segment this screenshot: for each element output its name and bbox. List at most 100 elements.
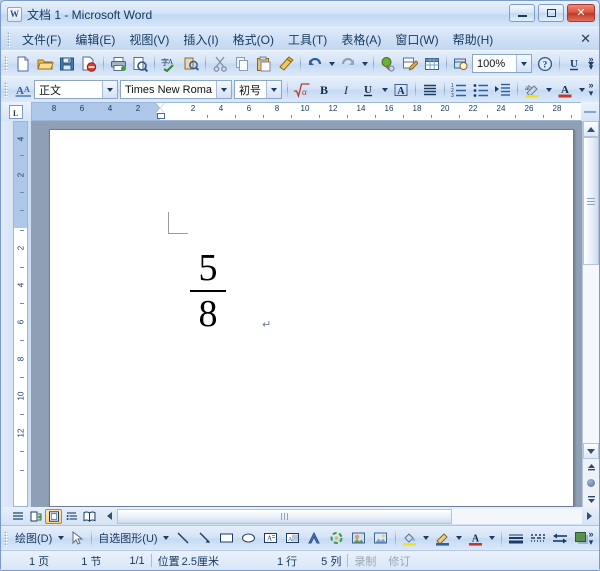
indent-markers[interactable] bbox=[156, 103, 165, 120]
zoom-combo[interactable]: 100% bbox=[472, 54, 532, 73]
close-document-icon[interactable]: ✕ bbox=[580, 31, 591, 47]
bulleted-list-icon[interactable] bbox=[470, 79, 492, 101]
equation-icon[interactable]: α bbox=[291, 79, 313, 101]
align-justify-icon[interactable] bbox=[419, 79, 441, 101]
permission-icon[interactable] bbox=[78, 53, 100, 75]
vertical-scroll-thumb[interactable] bbox=[583, 137, 599, 265]
character-border-icon[interactable]: A bbox=[390, 79, 412, 101]
print-layout-view-icon[interactable] bbox=[45, 509, 62, 524]
status-position-value[interactable]: 2.5厘米 bbox=[182, 553, 225, 569]
research-icon[interactable] bbox=[180, 53, 202, 75]
vertical-scrollbar[interactable] bbox=[582, 121, 599, 507]
menu-file[interactable]: 文件(F) bbox=[15, 29, 68, 50]
reading-layout-view-icon[interactable] bbox=[81, 509, 98, 524]
text-box-icon[interactable]: A bbox=[260, 527, 282, 549]
horizontal-scroll-track[interactable] bbox=[117, 509, 582, 524]
italic-icon[interactable]: I bbox=[335, 79, 357, 101]
fill-color-icon[interactable] bbox=[399, 527, 421, 549]
wordart-icon[interactable] bbox=[304, 527, 326, 549]
paste-icon[interactable] bbox=[253, 53, 275, 75]
standard-toolbar-grip[interactable] bbox=[4, 56, 8, 71]
cut-scissors-icon[interactable] bbox=[209, 53, 231, 75]
menu-window[interactable]: 窗口(W) bbox=[388, 29, 445, 50]
dash-style-icon[interactable] bbox=[527, 527, 549, 549]
font-color-dropdown-arrow[interactable] bbox=[487, 527, 498, 549]
menu-insert[interactable]: 插入(I) bbox=[176, 29, 225, 50]
save-icon[interactable] bbox=[56, 53, 78, 75]
minimize-button[interactable] bbox=[509, 4, 535, 22]
autoshapes-menu-button[interactable]: 自选图形(U) bbox=[95, 530, 160, 546]
fill-color-dropdown-arrow[interactable] bbox=[421, 527, 432, 549]
style-combo[interactable]: 正文 bbox=[34, 80, 118, 99]
menu-view[interactable]: 视图(V) bbox=[122, 29, 176, 50]
font-combo[interactable]: Times New Roma bbox=[120, 80, 232, 99]
line-style-icon[interactable] bbox=[505, 527, 527, 549]
font-size-combo[interactable]: 初号 bbox=[234, 80, 282, 99]
select-objects-arrow-icon[interactable] bbox=[66, 527, 88, 549]
bold-icon[interactable]: B bbox=[313, 79, 335, 101]
menu-edit[interactable]: 编辑(E) bbox=[68, 29, 122, 50]
horizontal-scroll-thumb[interactable] bbox=[117, 509, 452, 524]
print-icon[interactable] bbox=[107, 53, 129, 75]
next-page-button[interactable] bbox=[583, 491, 599, 507]
vertical-text-box-icon[interactable]: A bbox=[282, 527, 304, 549]
normal-view-icon[interactable] bbox=[9, 509, 26, 524]
web-layout-view-icon[interactable] bbox=[27, 509, 44, 524]
line-color-icon[interactable] bbox=[432, 527, 454, 549]
draw-menu-button[interactable]: 绘图(D) bbox=[12, 530, 55, 546]
maximize-button[interactable] bbox=[538, 4, 564, 22]
vertical-scroll-track[interactable] bbox=[583, 137, 599, 443]
new-document-icon[interactable] bbox=[12, 53, 34, 75]
autoshapes-menu-arrow[interactable] bbox=[161, 527, 172, 549]
status-line[interactable]: 1 行 bbox=[225, 553, 303, 569]
insert-hyperlink-icon[interactable] bbox=[377, 53, 399, 75]
drawing-toolbar-overflow-icon[interactable]: » ▾ bbox=[585, 528, 597, 549]
menu-table[interactable]: 表格(A) bbox=[334, 29, 388, 50]
numbered-list-icon[interactable]: 123 bbox=[448, 79, 470, 101]
font-size-dropdown-arrow[interactable] bbox=[266, 81, 281, 98]
clip-art-icon[interactable] bbox=[348, 527, 370, 549]
menu-help[interactable]: 帮助(H) bbox=[446, 29, 501, 50]
close-button[interactable]: ✕ bbox=[567, 4, 595, 22]
outline-view-icon[interactable] bbox=[63, 509, 80, 524]
menu-tools[interactable]: 工具(T) bbox=[281, 29, 334, 50]
print-preview-icon[interactable] bbox=[129, 53, 151, 75]
style-dropdown-arrow[interactable] bbox=[102, 81, 117, 98]
drawing-toolbar-grip[interactable] bbox=[4, 531, 8, 546]
highlight-dropdown-arrow[interactable] bbox=[543, 79, 554, 101]
zoom-icon[interactable] bbox=[450, 53, 472, 75]
fraction-equation[interactable]: 5 8 bbox=[185, 248, 231, 335]
standard-toolbar-overflow-icon[interactable]: » ▾ bbox=[585, 53, 597, 74]
underline-style-dropdown-arrow[interactable] bbox=[379, 79, 390, 101]
undo-icon[interactable] bbox=[304, 53, 326, 75]
insert-table-icon[interactable] bbox=[421, 53, 443, 75]
copy-icon[interactable] bbox=[231, 53, 253, 75]
vertical-ruler[interactable]: 4 2 2 4 6 8 10 12 bbox=[13, 121, 28, 507]
font-color-icon[interactable]: A bbox=[554, 79, 576, 101]
scroll-right-button[interactable] bbox=[582, 509, 597, 524]
redo-icon[interactable] bbox=[337, 53, 359, 75]
underline-icon[interactable]: U bbox=[357, 79, 379, 101]
status-track-changes[interactable]: 修订 bbox=[382, 553, 416, 569]
format-painter-icon[interactable] bbox=[275, 53, 297, 75]
open-folder-icon[interactable] bbox=[34, 53, 56, 75]
highlight-icon[interactable]: ab bbox=[521, 79, 543, 101]
oval-icon[interactable] bbox=[238, 527, 260, 549]
tab-selector[interactable]: L bbox=[1, 102, 31, 121]
status-section[interactable]: 1 节 bbox=[55, 553, 107, 569]
formatting-toolbar-grip[interactable] bbox=[4, 82, 8, 97]
scroll-left-button[interactable] bbox=[102, 509, 117, 524]
document-page[interactable]: 5 8 ↵ bbox=[49, 129, 574, 507]
horizontal-ruler[interactable]: 8 6 4 2 2 4 6 8 10 12 14 16 18 20 22 24 … bbox=[31, 102, 581, 121]
undo-dropdown-arrow[interactable] bbox=[326, 53, 337, 75]
document-canvas[interactable]: 5 8 ↵ bbox=[31, 121, 582, 507]
scroll-down-button[interactable] bbox=[583, 443, 599, 459]
spelling-check-icon[interactable]: 字A bbox=[158, 53, 180, 75]
previous-page-button[interactable] bbox=[583, 459, 599, 475]
horizontal-scrollbar[interactable] bbox=[102, 509, 597, 524]
increase-indent-icon[interactable] bbox=[492, 79, 514, 101]
tables-borders-icon[interactable] bbox=[399, 53, 421, 75]
scroll-up-button[interactable] bbox=[583, 121, 599, 137]
status-column[interactable]: 5 列 bbox=[303, 553, 347, 569]
menu-bar-grip[interactable] bbox=[7, 32, 11, 47]
